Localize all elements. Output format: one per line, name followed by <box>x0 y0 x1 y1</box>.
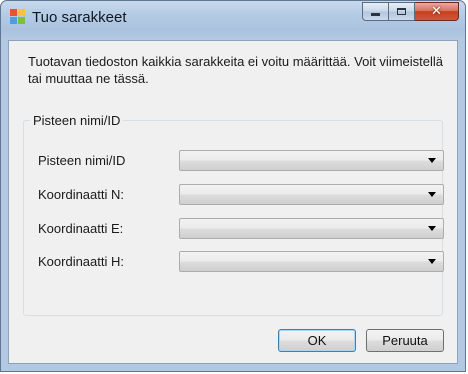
dialog-client-area: Tuotavan tiedoston kaikkia sarakkeita ei… <box>8 40 458 364</box>
field-label-coordinate-e: Koordinaatti E: <box>38 221 124 236</box>
cancel-button[interactable]: Peruuta <box>366 329 444 352</box>
field-label-coordinate-n: Koordinaatti N: <box>38 187 124 202</box>
chevron-down-icon <box>428 192 436 197</box>
field-label-coordinate-h: Koordinaatti H: <box>38 254 124 269</box>
caption-buttons: ✕ <box>362 2 459 21</box>
minimize-button[interactable] <box>362 2 389 21</box>
column-mapping-group: Pisteen nimi/ID Pisteen nimi/ID Koordina… <box>23 113 444 316</box>
chevron-down-icon <box>428 259 436 264</box>
minimize-icon <box>371 13 380 16</box>
close-button[interactable]: ✕ <box>415 2 459 21</box>
maximize-button[interactable] <box>389 2 415 21</box>
group-title: Pisteen nimi/ID <box>30 113 124 128</box>
close-icon: ✕ <box>431 4 442 19</box>
field-label-point-id: Pisteen nimi/ID <box>38 153 126 168</box>
chevron-down-icon <box>428 226 436 231</box>
coordinate-h-combobox[interactable] <box>179 251 444 272</box>
ok-button[interactable]: OK <box>278 329 356 352</box>
maximize-icon <box>397 8 406 15</box>
coordinate-n-combobox[interactable] <box>179 184 444 205</box>
dialog-window: Tuo sarakkeet ✕ Tuotavan tiedoston kaikk… <box>0 0 466 372</box>
coordinate-e-combobox[interactable] <box>179 218 444 239</box>
info-message: Tuotavan tiedoston kaikkia sarakkeita ei… <box>28 54 443 86</box>
point-id-combobox[interactable] <box>179 150 444 171</box>
title-bar[interactable]: Tuo sarakkeet ✕ <box>1 1 465 33</box>
app-window-icon <box>10 9 26 25</box>
chevron-down-icon <box>428 158 436 163</box>
window-title: Tuo sarakkeet <box>32 9 127 26</box>
